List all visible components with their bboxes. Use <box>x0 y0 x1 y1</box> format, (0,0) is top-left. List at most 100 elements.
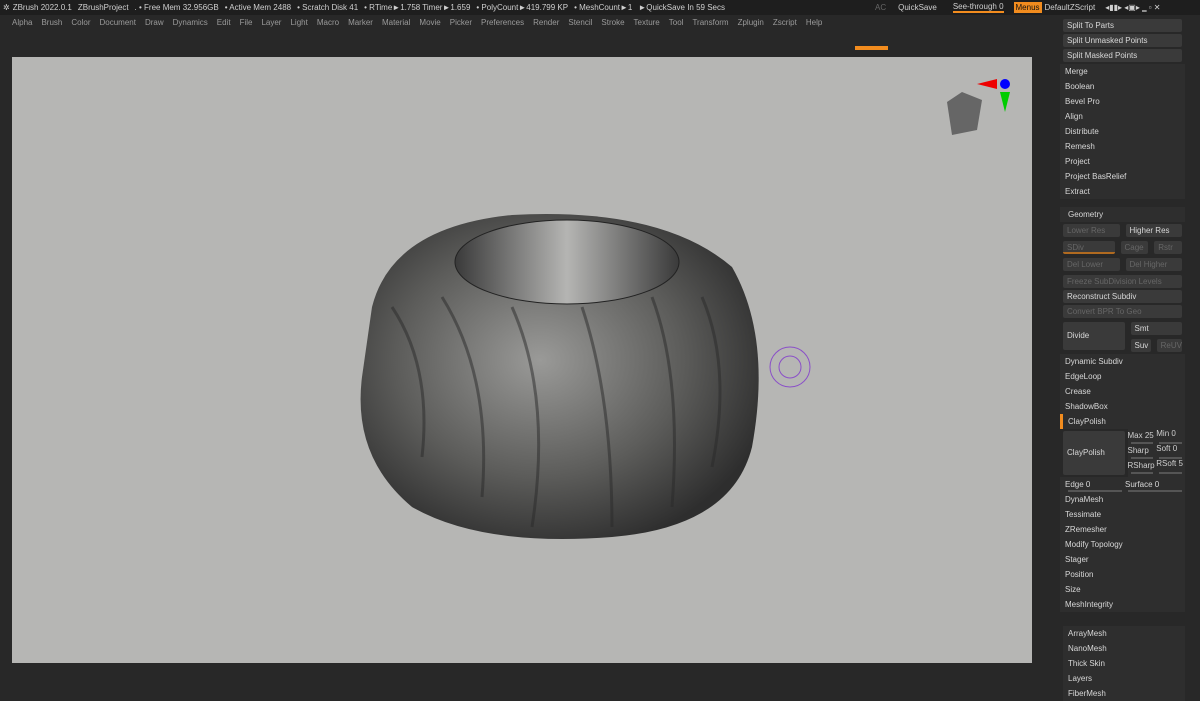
menu-color[interactable]: Color <box>71 18 90 27</box>
menu-layer[interactable]: Layer <box>261 18 281 27</box>
see-through-slider[interactable]: See-through 0 <box>952 2 1004 13</box>
menu-stencil[interactable]: Stencil <box>568 18 592 27</box>
reconstruct-subdiv-button[interactable]: Reconstruct Subdiv <box>1063 290 1182 303</box>
rsharp-slider[interactable]: RSharp <box>1128 459 1157 474</box>
lower-res-button[interactable]: Lower Res <box>1063 224 1120 237</box>
menu-file[interactable]: File <box>240 18 253 27</box>
quicksave-button[interactable]: QuickSave <box>898 3 937 12</box>
subtool-item[interactable]: Remesh <box>1060 139 1185 154</box>
min-slider[interactable]: Min 0 <box>1156 429 1185 444</box>
default-zscript[interactable]: DefaultZScript <box>1045 3 1096 12</box>
geometry-item[interactable]: DynaMesh <box>1060 492 1185 507</box>
zbrush-logo-icon: ✲ <box>3 3 10 12</box>
geometry-item[interactable]: Position <box>1060 567 1185 582</box>
geometry-item[interactable]: Size <box>1060 582 1185 597</box>
tool-section[interactable]: Thick Skin <box>1063 656 1185 671</box>
free-mem: . • Free Mem 32.956GB <box>134 3 219 12</box>
menu-material[interactable]: Material <box>382 18 410 27</box>
subtool-item[interactable]: Project <box>1060 154 1185 169</box>
smt-toggle[interactable]: Smt <box>1130 322 1182 335</box>
subtool-item[interactable]: Align <box>1060 109 1185 124</box>
subtool-item[interactable]: Bevel Pro <box>1060 94 1185 109</box>
menu-tool[interactable]: Tool <box>669 18 684 27</box>
active-mem: • Active Mem 2488 <box>224 3 292 12</box>
subtool-item[interactable]: Distribute <box>1060 124 1185 139</box>
menu-transform[interactable]: Transform <box>692 18 728 27</box>
menu-help[interactable]: Help <box>806 18 822 27</box>
menu-alpha[interactable]: Alpha <box>12 18 32 27</box>
geometry-item[interactable]: Modify Topology <box>1060 537 1185 552</box>
tool-section[interactable]: NanoMesh <box>1063 641 1185 656</box>
polycount: • PolyCount►419.799 KP <box>476 3 569 12</box>
subtool-item[interactable]: Merge <box>1060 64 1185 79</box>
shadowbox[interactable]: ShadowBox <box>1060 399 1185 414</box>
canvas-viewport[interactable] <box>12 57 1032 663</box>
quicksave-timer: ►QuickSave In 59 Secs <box>638 3 725 12</box>
soft-slider[interactable]: Soft 0 <box>1156 444 1185 459</box>
scratch-disk: • Scratch Disk 41 <box>297 3 359 12</box>
higher-res-button[interactable]: Higher Res <box>1125 224 1182 237</box>
progress-indicator <box>855 46 888 50</box>
freeze-subdivision-button[interactable]: Freeze SubDivision Levels <box>1063 275 1182 288</box>
geometry-item[interactable]: ZRemesher <box>1060 522 1185 537</box>
menu-zscript[interactable]: Zscript <box>773 18 797 27</box>
geometry-item[interactable]: Tessimate <box>1060 507 1185 522</box>
del-higher-button[interactable]: Del Higher <box>1125 258 1182 271</box>
tool-section[interactable]: Layers <box>1063 671 1185 686</box>
menu-macro[interactable]: Macro <box>317 18 339 27</box>
reuv-button[interactable]: ReUV <box>1156 339 1182 352</box>
cage-button[interactable]: Cage <box>1120 241 1149 254</box>
menu-texture[interactable]: Texture <box>634 18 660 27</box>
menu-edit[interactable]: Edit <box>217 18 231 27</box>
sharp-slider[interactable]: Sharp <box>1128 444 1157 459</box>
max-slider[interactable]: Max 25 <box>1128 429 1157 444</box>
edgeloop[interactable]: EdgeLoop <box>1060 369 1185 384</box>
dynamic-subdiv[interactable]: Dynamic Subdiv <box>1060 354 1185 369</box>
divide-button[interactable]: Divide <box>1063 322 1125 350</box>
subtool-item[interactable]: Project BasRelief <box>1060 169 1185 184</box>
menu-light[interactable]: Light <box>290 18 307 27</box>
split-button[interactable]: Split Masked Points <box>1063 49 1182 62</box>
layout-icons[interactable]: ◂▮▮▸ ◂▣▸ ‗ ▫ ✕ <box>1105 3 1160 12</box>
split-button[interactable]: Split Unmasked Points <box>1063 34 1182 47</box>
rsoft-slider[interactable]: RSoft 5 <box>1156 459 1185 474</box>
subtool-item[interactable]: Boolean <box>1060 79 1185 94</box>
menu-render[interactable]: Render <box>533 18 559 27</box>
tool-panel: Split To Parts Split Unmasked Points Split… <box>1060 17 1185 701</box>
menu-marker[interactable]: Marker <box>348 18 373 27</box>
subtool-item[interactable]: Extract <box>1060 184 1185 199</box>
navigation-gizmo-icon <box>947 79 1010 135</box>
menu-dynamics[interactable]: Dynamics <box>173 18 208 27</box>
project-name: ZBrushProject <box>77 3 129 12</box>
del-lower-button[interactable]: Del Lower <box>1063 258 1120 271</box>
menus-toggle[interactable]: Menus <box>1013 2 1042 13</box>
convert-bpr-button[interactable]: Convert BPR To Geo <box>1063 305 1182 318</box>
app-title: ZBrush 2022.0.1 <box>12 3 72 12</box>
ac-button[interactable]: AC <box>875 3 886 12</box>
split-button[interactable]: Split To Parts <box>1063 19 1182 32</box>
menu-brush[interactable]: Brush <box>41 18 62 27</box>
menu-document[interactable]: Document <box>100 18 136 27</box>
geometry-header[interactable]: Geometry <box>1060 207 1185 222</box>
geometry-item[interactable]: Stager <box>1060 552 1185 567</box>
menu-draw[interactable]: Draw <box>145 18 164 27</box>
meshcount: • MeshCount►1 <box>574 3 633 12</box>
menu-preferences[interactable]: Preferences <box>481 18 524 27</box>
surface-slider[interactable]: Surface 0 <box>1125 477 1185 492</box>
tool-section[interactable]: FiberMesh <box>1063 686 1185 701</box>
menu-stroke[interactable]: Stroke <box>601 18 624 27</box>
sdiv-slider[interactable]: SDiv <box>1063 241 1115 254</box>
menu-movie[interactable]: Movie <box>419 18 440 27</box>
tool-section[interactable]: ArrayMesh <box>1063 626 1185 641</box>
geometry-item[interactable]: MeshIntegrity <box>1060 597 1185 612</box>
crease[interactable]: Crease <box>1060 384 1185 399</box>
menu-zplugin[interactable]: Zplugin <box>738 18 764 27</box>
menu-picker[interactable]: Picker <box>450 18 472 27</box>
rstr-button[interactable]: Rstr <box>1154 241 1182 254</box>
claypolish-header[interactable]: ClayPolish <box>1060 414 1185 429</box>
3d-model <box>360 79 1010 539</box>
suv-toggle[interactable]: Suv <box>1130 339 1151 352</box>
claypolish-button[interactable]: ClayPolish <box>1063 431 1125 475</box>
title-bar: ✲ ZBrush 2022.0.1 ZBrushProject . • Free… <box>0 0 1200 15</box>
edge-slider[interactable]: Edge 0 <box>1065 477 1125 492</box>
